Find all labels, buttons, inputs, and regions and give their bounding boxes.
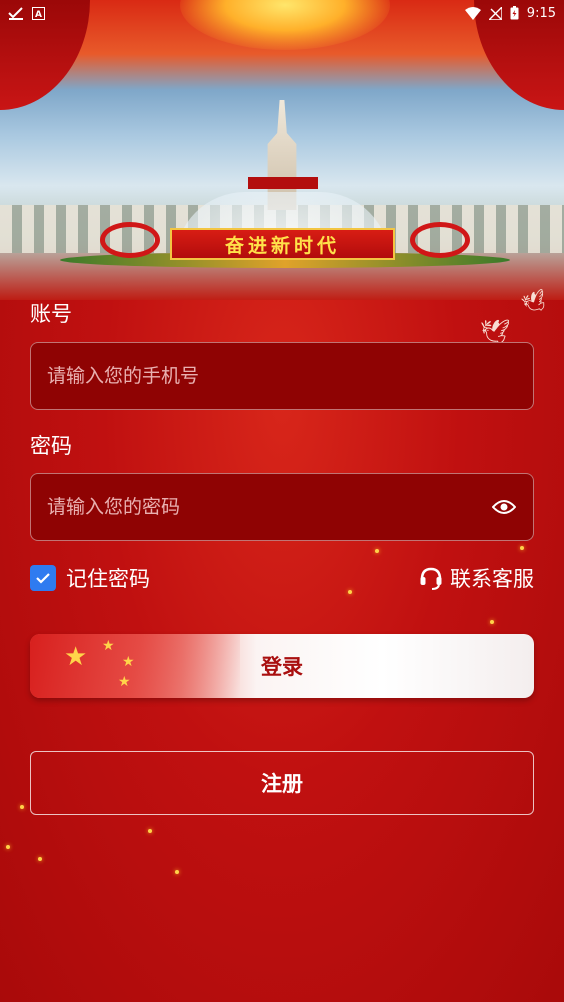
phone-input[interactable] (47, 365, 517, 387)
sparkle-decoration (348, 590, 352, 594)
sparkle-decoration (38, 857, 42, 861)
sparkle-decoration (490, 620, 494, 624)
support-label: 联系客服 (450, 567, 534, 591)
headset-icon (418, 565, 444, 591)
star-icon: ★ (102, 638, 115, 654)
sparkle-decoration (6, 845, 10, 849)
password-field[interactable] (30, 473, 534, 541)
flag-decoration (30, 634, 240, 698)
remember-password-toggle[interactable]: 记住密码 (30, 563, 150, 593)
sparkle-decoration (520, 546, 524, 550)
register-button[interactable]: 注册 (30, 751, 534, 815)
remember-label: 记住密码 (66, 567, 150, 591)
star-icon: ★ (118, 674, 131, 690)
password-label: 密码 (30, 434, 72, 458)
no-signal-icon (488, 6, 502, 20)
star-icon: ★ (64, 642, 88, 672)
left-ribbon-decoration (100, 222, 160, 258)
sparkle-decoration (175, 870, 179, 874)
checkmark-notification-icon (8, 6, 24, 20)
hall-sign-decoration (248, 177, 318, 189)
register-label: 注册 (261, 772, 303, 796)
account-label: 账号 (30, 302, 72, 326)
status-bar-left: A (8, 6, 45, 20)
a-box-notification-icon: A (32, 6, 45, 20)
battery-charging-icon (510, 6, 519, 20)
svg-text:A: A (35, 10, 42, 20)
status-time: 9:15 (526, 5, 556, 21)
login-button[interactable]: ★ ★ ★ ★ 登录 (30, 634, 534, 698)
status-bar: A 9:15 (0, 0, 564, 26)
wifi-icon (464, 6, 481, 20)
checkmark-icon (36, 573, 50, 584)
account-field[interactable] (30, 342, 534, 410)
header-banner: 奋进新时代 (0, 0, 564, 300)
sparkle-decoration (20, 805, 24, 809)
contact-support-link[interactable]: 联系客服 (418, 563, 534, 593)
right-ribbon-decoration (410, 222, 470, 258)
sparkle-decoration (375, 549, 379, 553)
star-icon: ★ (122, 654, 135, 670)
password-input[interactable] (47, 496, 491, 518)
status-bar-right: 9:15 (464, 5, 556, 21)
login-label: 登录 (261, 655, 303, 679)
eye-icon[interactable] (491, 494, 517, 520)
remember-checkbox[interactable] (30, 565, 56, 591)
sparkle-decoration (148, 829, 152, 833)
slogan-board: 奋进新时代 (170, 228, 395, 260)
